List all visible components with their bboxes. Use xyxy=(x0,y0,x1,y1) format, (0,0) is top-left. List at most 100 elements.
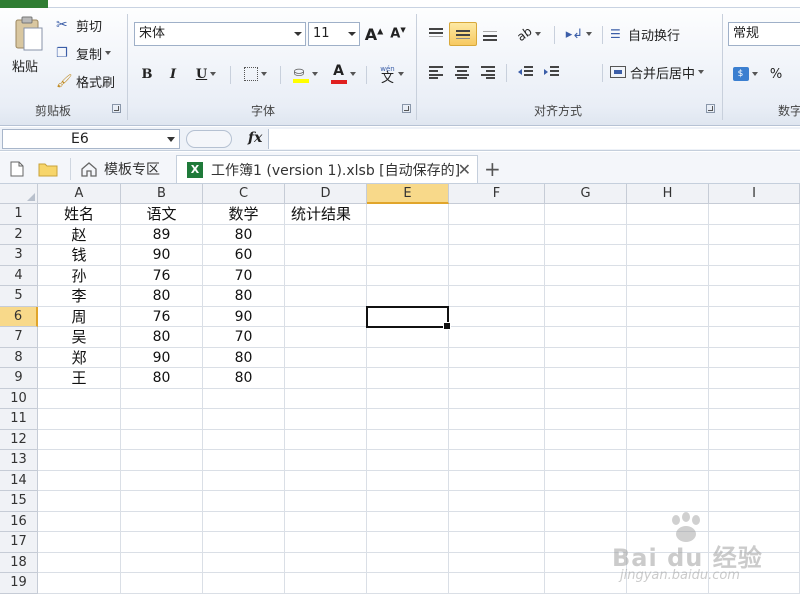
cell-G14[interactable] xyxy=(545,470,627,491)
row-header[interactable]: 12 xyxy=(0,429,38,450)
cell-E19[interactable] xyxy=(367,573,449,594)
font-color-button[interactable]: A xyxy=(326,62,360,86)
row-header[interactable]: 4 xyxy=(0,265,38,286)
row-header[interactable]: 6 xyxy=(0,306,38,327)
cell-A2[interactable]: 赵 xyxy=(38,224,121,245)
cell-C14[interactable] xyxy=(203,470,285,491)
cell-A8[interactable]: 郑 xyxy=(38,347,121,368)
cell-B15[interactable] xyxy=(121,491,203,512)
cell-A3[interactable]: 钱 xyxy=(38,245,121,266)
cell-I10[interactable] xyxy=(709,388,800,409)
cell-C8[interactable]: 80 xyxy=(203,347,285,368)
row-header[interactable]: 7 xyxy=(0,327,38,348)
cell-F9[interactable] xyxy=(449,368,545,389)
align-top-button[interactable] xyxy=(424,22,448,46)
cell-D18[interactable] xyxy=(285,552,367,573)
accounting-format-button[interactable]: $ xyxy=(728,62,762,86)
cell-H2[interactable] xyxy=(627,224,709,245)
tab-workbook[interactable]: X 工作簿1 (version 1).xlsb [自动保存的] ✕ xyxy=(176,155,478,183)
row-header[interactable]: 10 xyxy=(0,388,38,409)
cell-E8[interactable] xyxy=(367,347,449,368)
cell-G8[interactable] xyxy=(545,347,627,368)
cell-E10[interactable] xyxy=(367,388,449,409)
font-launcher-icon[interactable] xyxy=(402,104,411,113)
cell-C5[interactable]: 80 xyxy=(203,286,285,307)
cell-I4[interactable] xyxy=(709,265,800,286)
cell-H6[interactable] xyxy=(627,306,709,327)
cell-G1[interactable] xyxy=(545,204,627,225)
cell-C13[interactable] xyxy=(203,450,285,471)
merge-center-button[interactable]: 合并后居中 xyxy=(610,60,718,84)
cell-E5[interactable] xyxy=(367,286,449,307)
increase-indent-button[interactable] xyxy=(540,60,564,84)
cell-A12[interactable] xyxy=(38,429,121,450)
formula-input[interactable] xyxy=(268,129,800,149)
cell-I14[interactable] xyxy=(709,470,800,491)
cell-D9[interactable] xyxy=(285,368,367,389)
cell-E18[interactable] xyxy=(367,552,449,573)
cell-H12[interactable] xyxy=(627,429,709,450)
cell-F17[interactable] xyxy=(449,532,545,553)
bold-button[interactable]: B xyxy=(138,64,156,84)
cell-C4[interactable]: 70 xyxy=(203,265,285,286)
cell-I5[interactable] xyxy=(709,286,800,307)
cell-H14[interactable] xyxy=(627,470,709,491)
cell-E11[interactable] xyxy=(367,409,449,430)
cell-F19[interactable] xyxy=(449,573,545,594)
cell-F4[interactable] xyxy=(449,265,545,286)
cell-I6[interactable] xyxy=(709,306,800,327)
decrease-indent-button[interactable] xyxy=(514,60,538,84)
new-document-button[interactable] xyxy=(10,155,24,183)
cell-H3[interactable] xyxy=(627,245,709,266)
cell-G13[interactable] xyxy=(545,450,627,471)
cell-I11[interactable] xyxy=(709,409,800,430)
cell-D8[interactable] xyxy=(285,347,367,368)
cell-B5[interactable]: 80 xyxy=(121,286,203,307)
cell-B11[interactable] xyxy=(121,409,203,430)
cell-C19[interactable] xyxy=(203,573,285,594)
row-header[interactable]: 8 xyxy=(0,347,38,368)
cell-A5[interactable]: 李 xyxy=(38,286,121,307)
cell-C7[interactable]: 70 xyxy=(203,327,285,348)
cell-B3[interactable]: 90 xyxy=(121,245,203,266)
cell-E9[interactable] xyxy=(367,368,449,389)
row-header[interactable]: 5 xyxy=(0,286,38,307)
row-header[interactable]: 11 xyxy=(0,409,38,430)
cell-F14[interactable] xyxy=(449,470,545,491)
cell-B1[interactable]: 语文 xyxy=(121,204,203,225)
open-folder-button[interactable] xyxy=(38,155,58,183)
close-icon[interactable]: ✕ xyxy=(458,160,471,179)
cell-D14[interactable] xyxy=(285,470,367,491)
row-header[interactable]: 18 xyxy=(0,552,38,573)
row-header[interactable]: 13 xyxy=(0,450,38,471)
align-bottom-button[interactable] xyxy=(478,22,502,46)
cell-C17[interactable] xyxy=(203,532,285,553)
cell-F16[interactable] xyxy=(449,511,545,532)
cell-C1[interactable]: 数学 xyxy=(203,204,285,225)
cell-A1[interactable]: 姓名 xyxy=(38,204,121,225)
cell-G5[interactable] xyxy=(545,286,627,307)
cell-H5[interactable] xyxy=(627,286,709,307)
add-tab-button[interactable]: + xyxy=(484,155,501,183)
cell-D12[interactable] xyxy=(285,429,367,450)
text-direction-button[interactable]: ▸↲ xyxy=(562,22,596,46)
cell-F12[interactable] xyxy=(449,429,545,450)
cell-I13[interactable] xyxy=(709,450,800,471)
cell-I9[interactable] xyxy=(709,368,800,389)
cell-D5[interactable] xyxy=(285,286,367,307)
column-header[interactable]: G xyxy=(545,184,627,204)
cell-D17[interactable] xyxy=(285,532,367,553)
cell-A10[interactable] xyxy=(38,388,121,409)
cell-D4[interactable] xyxy=(285,265,367,286)
column-header[interactable]: C xyxy=(203,184,285,204)
cell-E12[interactable] xyxy=(367,429,449,450)
select-all-button[interactable] xyxy=(0,184,38,204)
number-format-combo[interactable]: 常规 xyxy=(728,22,800,46)
cell-B4[interactable]: 76 xyxy=(121,265,203,286)
align-right-button[interactable] xyxy=(476,60,500,84)
cell-D3[interactable] xyxy=(285,245,367,266)
column-header[interactable]: A xyxy=(38,184,121,204)
cell-H13[interactable] xyxy=(627,450,709,471)
alignment-launcher-icon[interactable] xyxy=(706,104,715,113)
clipboard-launcher-icon[interactable] xyxy=(112,104,121,113)
